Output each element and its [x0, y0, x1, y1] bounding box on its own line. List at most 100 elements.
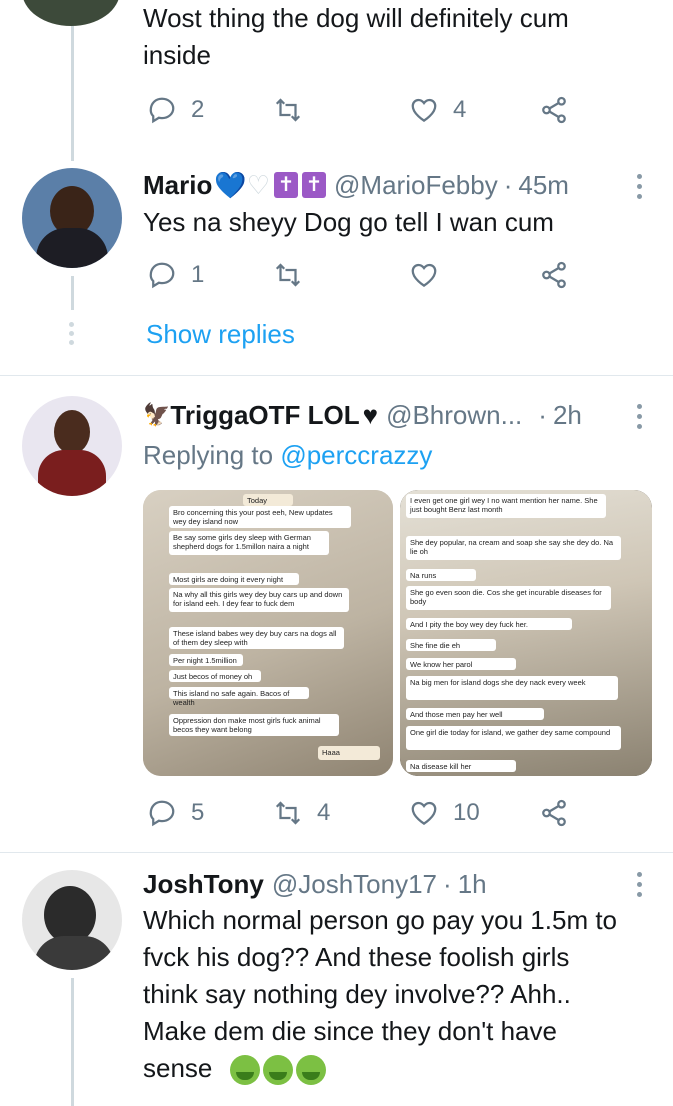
share-button[interactable]	[539, 793, 569, 833]
chat-bubble: Be say some girls dey sleep with German …	[169, 531, 329, 555]
user-handle[interactable]: @JoshTony17	[272, 869, 437, 900]
reply-button[interactable]: 1	[147, 255, 204, 295]
black-heart-icon: ♥	[362, 399, 379, 430]
like-button[interactable]	[409, 255, 439, 295]
vomit-face-icon	[262, 1055, 293, 1086]
avatar[interactable]	[22, 870, 122, 970]
chat-bubble: Na runs	[406, 569, 476, 581]
chat-bubble: Na why all this girls wey dey buy cars u…	[169, 588, 349, 612]
tweet-actions: 2 4	[143, 90, 583, 130]
retweet-button[interactable]	[273, 255, 303, 295]
tweet-text-line: inside	[143, 40, 211, 70]
attached-image[interactable]: I even get one girl wey I no want mentio…	[400, 490, 652, 776]
share-icon	[542, 96, 566, 124]
reply-icon	[149, 800, 175, 827]
tweet-text-line: Make dem die since they don't have	[143, 1016, 557, 1046]
reply-icon	[149, 97, 175, 124]
chat-bubble: Na big men for island dogs she dey nack …	[406, 676, 618, 700]
reply-count: 5	[191, 799, 205, 826]
timestamp[interactable]: 2h	[553, 400, 582, 431]
more-icon[interactable]	[637, 174, 643, 204]
cross-badge-icon: ✝	[302, 172, 327, 198]
retweet-button[interactable]: 4	[273, 793, 330, 833]
tweet-header: Mario 💙 ♡ ✝ ✝ @MarioFebby · 45m	[143, 168, 569, 202]
more-icon[interactable]	[637, 404, 643, 434]
tweet-header: 🦅 TriggaOTF LOL ♥ @Bhrown... · 2h	[143, 398, 582, 432]
chat-bubble: I even get one girl wey I no want mentio…	[406, 494, 606, 518]
tweet-text-line: Wost thing the dog will definitely cum	[143, 3, 569, 33]
share-button[interactable]	[539, 255, 569, 295]
tweet-actions: 5 4 10	[143, 793, 583, 833]
like-button[interactable]: 10	[409, 793, 480, 833]
replying-to-link[interactable]: @perccrazzy	[280, 440, 432, 470]
retweet-count: 4	[317, 799, 331, 826]
chat-bubble: Today	[243, 494, 293, 506]
chat-bubble: Most girls are doing it every night	[169, 573, 299, 585]
like-icon	[411, 801, 437, 825]
reply-button[interactable]: 2	[147, 90, 204, 130]
tweet-header: JoshTony @JoshTony17 · 1h	[143, 867, 487, 901]
separator-dot: ·	[538, 399, 547, 430]
display-name[interactable]: Mario	[143, 170, 212, 201]
like-icon	[411, 263, 437, 287]
avatar[interactable]	[22, 396, 122, 496]
thread-line	[71, 276, 74, 310]
share-icon	[542, 799, 566, 827]
tweet-text-line: sense	[143, 1050, 653, 1087]
vomit-face-icon	[295, 1055, 326, 1086]
replying-to: Replying to @perccrazzy	[143, 437, 432, 473]
chat-bubble: Per night 1.5million	[169, 654, 243, 666]
user-handle[interactable]: @Bhrown...	[386, 400, 522, 431]
divider	[0, 852, 673, 853]
tweet-text-line: Which normal person go pay you 1.5m to	[143, 905, 618, 935]
chat-bubble: Oppression don make most girls fuck anim…	[169, 714, 339, 736]
share-icon	[542, 261, 566, 289]
display-name[interactable]: JoshTony	[143, 869, 264, 900]
avatar[interactable]	[22, 168, 122, 268]
cross-badge-icon: ✝	[274, 172, 299, 198]
chat-bubble: And I pity the boy wey dey fuck her.	[406, 618, 572, 630]
timestamp[interactable]: 45m	[518, 170, 569, 201]
reply-count: 2	[191, 96, 205, 123]
divider	[0, 375, 673, 376]
tweet-text-line: think say nothing dey involve?? Ahh..	[143, 979, 571, 1009]
chat-bubble: Just becos of money oh	[169, 670, 261, 682]
tweet-text-line: fvck his dog?? And these foolish girls	[143, 942, 570, 972]
separator-dot: ·	[503, 169, 513, 200]
user-handle[interactable]: @MarioFebby	[334, 170, 498, 201]
like-icon	[411, 98, 437, 122]
chat-bubble: Haaa	[318, 746, 380, 760]
white-heart-icon: ♡	[246, 169, 271, 200]
replying-to-label: Replying to	[143, 440, 281, 470]
vomit-face-icon	[229, 1055, 260, 1086]
retweet-icon	[275, 801, 301, 825]
attached-image[interactable]: Today Bro concerning this your post eeh, …	[143, 490, 393, 776]
retweet-icon	[275, 98, 301, 122]
reply-count: 1	[191, 261, 205, 288]
chat-bubble: She go even soon die. Cos she get incura…	[406, 586, 611, 610]
show-replies-link[interactable]: Show replies	[146, 316, 295, 352]
like-button[interactable]: 4	[409, 90, 466, 130]
avatar[interactable]	[22, 0, 120, 26]
reply-button[interactable]: 5	[147, 793, 204, 833]
timestamp[interactable]: 1h	[458, 869, 487, 900]
tweet-text: Yes na sheyy Dog go tell I wan cum	[143, 207, 554, 237]
thread-line	[71, 978, 74, 1106]
chat-bubble: We know her parol	[406, 658, 516, 670]
chat-bubble: She dey popular, na cream and soap she s…	[406, 536, 621, 560]
eagle-icon: 🦅	[143, 402, 171, 427]
chat-bubble: She fine die eh	[406, 639, 496, 651]
tweet-actions: 1	[143, 255, 583, 295]
blue-heart-icon: 💙	[214, 169, 247, 200]
chat-bubble: These island babes wey dey buy cars na d…	[169, 627, 344, 649]
retweet-icon	[275, 263, 301, 287]
chat-bubble: One girl die today for island, we gather…	[406, 726, 621, 750]
reply-icon	[149, 262, 175, 289]
share-button[interactable]	[539, 90, 569, 130]
chat-bubble: And those men pay her well	[406, 708, 544, 720]
tweet-text: Which normal person go pay you 1.5m to f…	[143, 902, 653, 1087]
like-count: 4	[453, 96, 467, 123]
display-name[interactable]: TriggaOTF LOL	[170, 400, 359, 431]
more-icon[interactable]	[637, 872, 643, 902]
retweet-button[interactable]	[273, 90, 317, 130]
